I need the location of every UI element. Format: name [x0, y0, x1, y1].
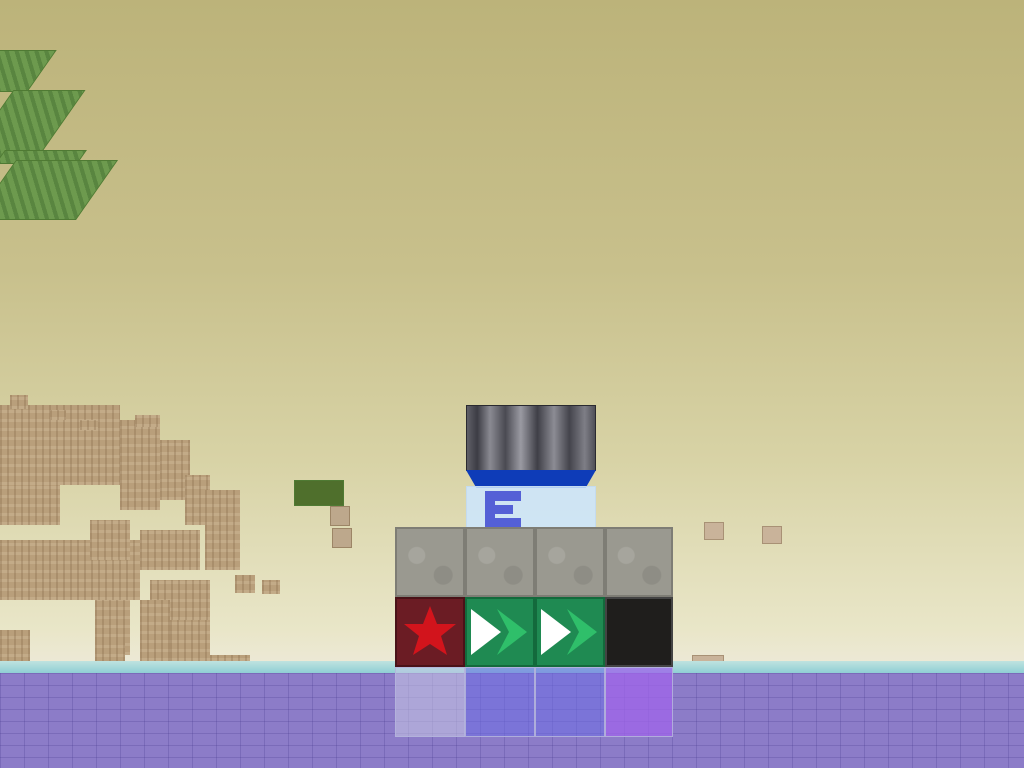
floating-block [762, 526, 782, 544]
clear-glass-block[interactable] [395, 667, 465, 737]
black-block[interactable] [605, 597, 673, 667]
red-star-block[interactable] [395, 597, 465, 667]
floating-block [704, 522, 724, 540]
green-arrow-block[interactable] [465, 597, 535, 667]
stone-block[interactable] [605, 527, 673, 597]
floating-leaf-block [294, 480, 344, 506]
green-arrow-block[interactable] [535, 597, 605, 667]
stone-block[interactable] [465, 527, 535, 597]
floating-block [330, 506, 350, 526]
double-arrow-right-icon [537, 599, 603, 665]
double-arrow-right-icon [467, 599, 533, 665]
stone-block[interactable] [395, 527, 465, 597]
star-icon [397, 599, 463, 665]
stone-block[interactable] [535, 527, 605, 597]
metal-block[interactable] [466, 405, 596, 471]
floating-block [332, 528, 352, 548]
blue-glass-block[interactable] [465, 667, 535, 737]
violet-glass-block[interactable] [605, 667, 673, 737]
blue-glass-block[interactable] [535, 667, 605, 737]
glass-cap-block[interactable] [466, 486, 596, 528]
game-viewport[interactable] [0, 0, 1024, 768]
